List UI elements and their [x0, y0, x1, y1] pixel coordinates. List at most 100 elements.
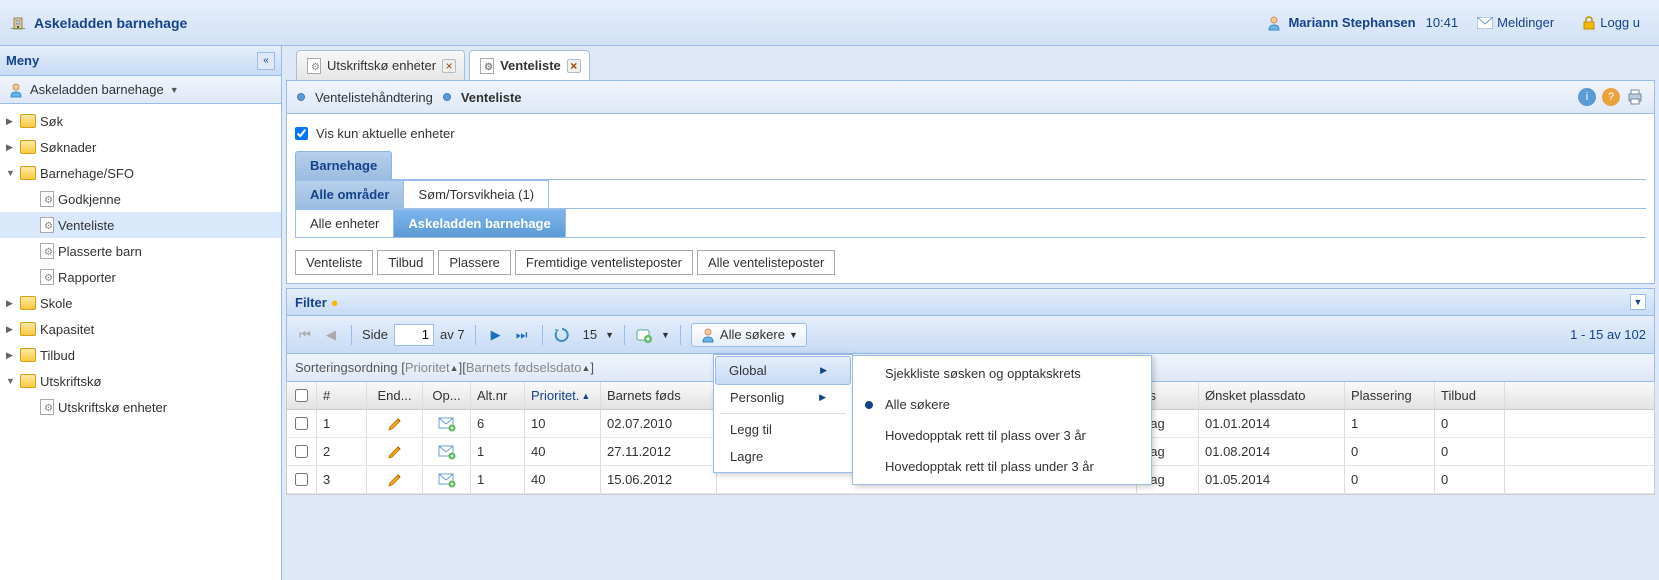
sub-item-alle-sokere[interactable]: Alle søkere — [855, 389, 1149, 420]
page-size-dropdown[interactable]: ▼ — [605, 330, 614, 340]
mail-button[interactable] — [423, 466, 471, 493]
col-number[interactable]: # — [317, 382, 367, 409]
cell-tilbud: 0 — [1435, 466, 1505, 493]
col-altnr[interactable]: Alt.nr — [471, 382, 525, 409]
org-selector[interactable]: Askeladden barnehage ▼ — [0, 76, 281, 104]
messages-link[interactable]: Meldinger — [1468, 10, 1563, 35]
close-icon[interactable]: × — [442, 59, 456, 73]
subtab-venteliste[interactable]: Venteliste — [295, 250, 373, 275]
select-all-checkbox[interactable] — [295, 389, 308, 402]
menu-item-global[interactable]: Global▶ — [715, 356, 851, 385]
cell-prioritet: 40 — [525, 438, 601, 465]
tree-node-venteliste[interactable]: Venteliste — [0, 212, 281, 238]
tree-node-utskriftsko[interactable]: Utskriftskø — [0, 368, 281, 394]
tree-node-sok[interactable]: Søk — [0, 108, 281, 134]
first-page-button[interactable]: ⏮ — [295, 325, 315, 345]
tree-node-skole[interactable]: Skole — [0, 290, 281, 316]
subtab-fremtidige[interactable]: Fremtidige ventelisteposter — [515, 250, 693, 275]
mail-button[interactable] — [423, 410, 471, 437]
document-gear-icon — [38, 243, 54, 259]
tree-node-utskriftsko-enheter[interactable]: Utskriftskø enheter — [0, 394, 281, 420]
print-icon[interactable] — [1626, 88, 1644, 106]
edit-button[interactable] — [367, 410, 423, 437]
col-op[interactable]: Op... — [423, 382, 471, 409]
document-gear-icon — [38, 217, 54, 233]
page-input[interactable] — [394, 324, 434, 346]
row-checkbox[interactable] — [295, 417, 308, 430]
user-info[interactable]: Mariann Stephansen 10:41 — [1266, 15, 1458, 31]
close-icon[interactable]: × — [567, 59, 581, 73]
subtab-tilbud[interactable]: Tilbud — [377, 250, 434, 275]
col-plassdato[interactable]: Ønsket plassdato — [1199, 382, 1345, 409]
pill-alle-omrader[interactable]: Alle områder — [295, 180, 404, 208]
subtab-plassere[interactable]: Plassere — [438, 250, 511, 275]
menu-title: Meny — [6, 53, 257, 68]
menu-item-lagre[interactable]: Lagre — [716, 443, 850, 470]
page-size[interactable]: 15 — [583, 327, 597, 342]
tree-node-rapporter[interactable]: Rapporter — [0, 264, 281, 290]
tab-venteliste[interactable]: Venteliste × — [469, 50, 590, 80]
sub-item-sjekkliste[interactable]: Sjekkliste søsken og opptakskrets — [855, 358, 1149, 389]
tree-node-godkjenne[interactable]: Godkjenne — [0, 186, 281, 212]
col-endre[interactable]: End... — [367, 382, 423, 409]
filter-bar[interactable]: Filter ● ▼ — [286, 288, 1655, 316]
chevron-right-icon: ▶ — [819, 392, 826, 403]
menu-item-legg-til[interactable]: Legg til — [716, 416, 850, 443]
tree-node-plasserte[interactable]: Plasserte barn — [0, 238, 281, 264]
user-icon — [8, 82, 24, 98]
cell-number: 3 — [317, 466, 367, 493]
add-icon[interactable] — [635, 326, 653, 344]
app-title: Askeladden barnehage — [34, 15, 187, 31]
help-icon[interactable]: ? — [1602, 88, 1620, 106]
lock-icon — [1582, 16, 1596, 30]
cell-number: 2 — [317, 438, 367, 465]
last-page-button[interactable]: ⏭ — [512, 325, 532, 345]
col-tilbud[interactable]: Tilbud — [1435, 382, 1505, 409]
tab-utskriftsko[interactable]: Utskriftskø enheter × — [296, 50, 465, 80]
mail-button[interactable] — [423, 438, 471, 465]
building-icon — [10, 15, 26, 31]
next-page-button[interactable]: ▶ — [486, 325, 506, 345]
menu-item-personlig[interactable]: Personlig▶ — [716, 384, 850, 411]
sort-label: Sorteringsordning — [295, 360, 398, 375]
sub-item-under3[interactable]: Hovedopptak rett til plass under 3 år — [855, 451, 1149, 482]
pill-askeladden[interactable]: Askeladden barnehage — [393, 209, 565, 237]
collapse-button[interactable]: « — [257, 52, 275, 70]
subtab-alle[interactable]: Alle ventelisteposter — [697, 250, 835, 275]
col-prioritet[interactable]: Prioritet.▲ — [525, 382, 601, 409]
pill-som[interactable]: Søm/Torsvikheia (1) — [403, 180, 549, 208]
cell-number: 1 — [317, 410, 367, 437]
row-checkbox[interactable] — [295, 473, 308, 486]
row-checkbox[interactable] — [295, 445, 308, 458]
cell-plassdato: 01.05.2014 — [1199, 466, 1345, 493]
col-plassering[interactable]: Plassering — [1345, 382, 1435, 409]
pill-barnehage[interactable]: Barnehage — [295, 151, 392, 179]
breadcrumb-item[interactable]: Ventelistehåndtering — [315, 90, 433, 105]
folder-icon — [20, 114, 36, 128]
cell-plassering: 0 — [1345, 438, 1435, 465]
edit-button[interactable] — [367, 466, 423, 493]
applicants-filter-dropdown[interactable]: Alle søkere ▼ — [691, 323, 807, 347]
tree-node-barnehage[interactable]: Barnehage/SFO — [0, 160, 281, 186]
logout-link[interactable]: Logg u — [1573, 10, 1649, 35]
folder-icon — [20, 296, 36, 310]
tree-node-soknader[interactable]: Søknader — [0, 134, 281, 160]
sub-item-over3[interactable]: Hovedopptak rett til plass over 3 år — [855, 420, 1149, 451]
cell-plassdato: 01.01.2014 — [1199, 410, 1345, 437]
cell-fodselsdato: 02.07.2010 — [601, 410, 717, 437]
tree-node-tilbud[interactable]: Tilbud — [0, 342, 281, 368]
pill-alle-enheter[interactable]: Alle enheter — [295, 209, 394, 237]
sidebar: Meny « Askeladden barnehage ▼ Søk Søknad… — [0, 46, 282, 580]
nav-tree: Søk Søknader Barnehage/SFO Godkjenne Ven… — [0, 104, 281, 580]
expand-button[interactable]: ▼ — [1630, 294, 1646, 310]
paging-toolbar: ⏮ ◀ Side av 7 ▶ ⏭ 15▼ ▼ Alle søkere ▼ 1 … — [286, 316, 1655, 354]
tree-node-kapasitet[interactable]: Kapasitet — [0, 316, 281, 342]
chevron-right-icon: ▶ — [820, 365, 827, 376]
clock-time: 10:41 — [1426, 15, 1459, 30]
refresh-icon[interactable] — [553, 326, 571, 344]
show-current-units-checkbox[interactable] — [295, 127, 308, 140]
col-fodselsdato[interactable]: Barnets føds — [601, 382, 717, 409]
prev-page-button[interactable]: ◀ — [321, 325, 341, 345]
edit-button[interactable] — [367, 438, 423, 465]
info-icon[interactable]: i — [1578, 88, 1596, 106]
